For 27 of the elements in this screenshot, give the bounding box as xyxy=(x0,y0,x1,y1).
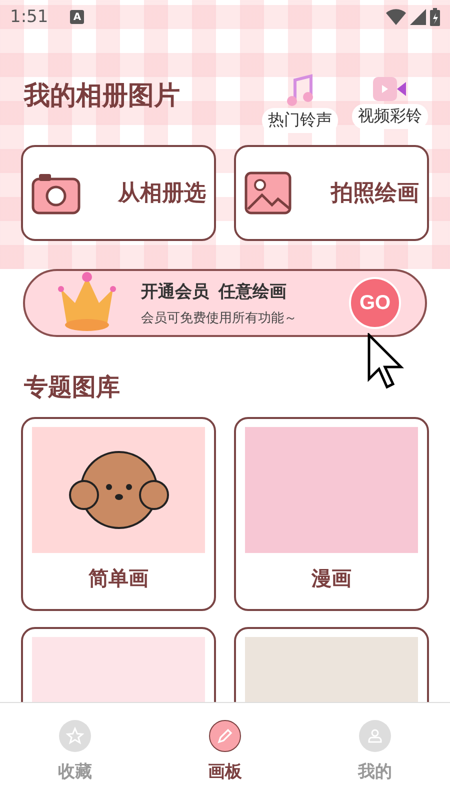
shortcut-button[interactable]: 视频彩铃 xyxy=(352,74,428,133)
nav-tab[interactable]: 画板 xyxy=(150,703,300,800)
action-card[interactable]: 拍照绘画 xyxy=(234,145,429,241)
card-label: 简单画 xyxy=(88,567,150,592)
card-label: 漫画 xyxy=(310,567,352,592)
shortcut-button[interactable]: 热门铃声 xyxy=(262,74,338,133)
video-camera-icon xyxy=(372,74,408,104)
banner-subtitle: 会员可免费使用所有功能～ xyxy=(141,308,297,326)
section-title: 专题图库 xyxy=(24,372,120,403)
pencil-icon xyxy=(216,727,234,745)
notification-badge: A xyxy=(70,10,84,24)
gallery-card[interactable]: 简单画 xyxy=(21,417,216,611)
signal-icon xyxy=(410,9,426,25)
page-title: 我的相册图片 xyxy=(24,80,180,113)
battery-icon xyxy=(430,8,440,26)
wifi-icon xyxy=(386,9,406,25)
image-icon xyxy=(244,171,292,215)
gallery-card[interactable]: 漫画 xyxy=(234,417,429,611)
star-icon xyxy=(66,727,84,745)
cursor-icon xyxy=(367,333,405,389)
banner-title: 开通会员 任意绘画 xyxy=(141,280,286,302)
person-icon xyxy=(366,727,384,745)
music-note-icon xyxy=(285,74,315,108)
status-time: 1:51 xyxy=(10,7,48,27)
action-card[interactable]: 从相册选 xyxy=(21,145,216,241)
go-label: GO xyxy=(349,277,401,329)
camera-icon xyxy=(31,171,81,215)
